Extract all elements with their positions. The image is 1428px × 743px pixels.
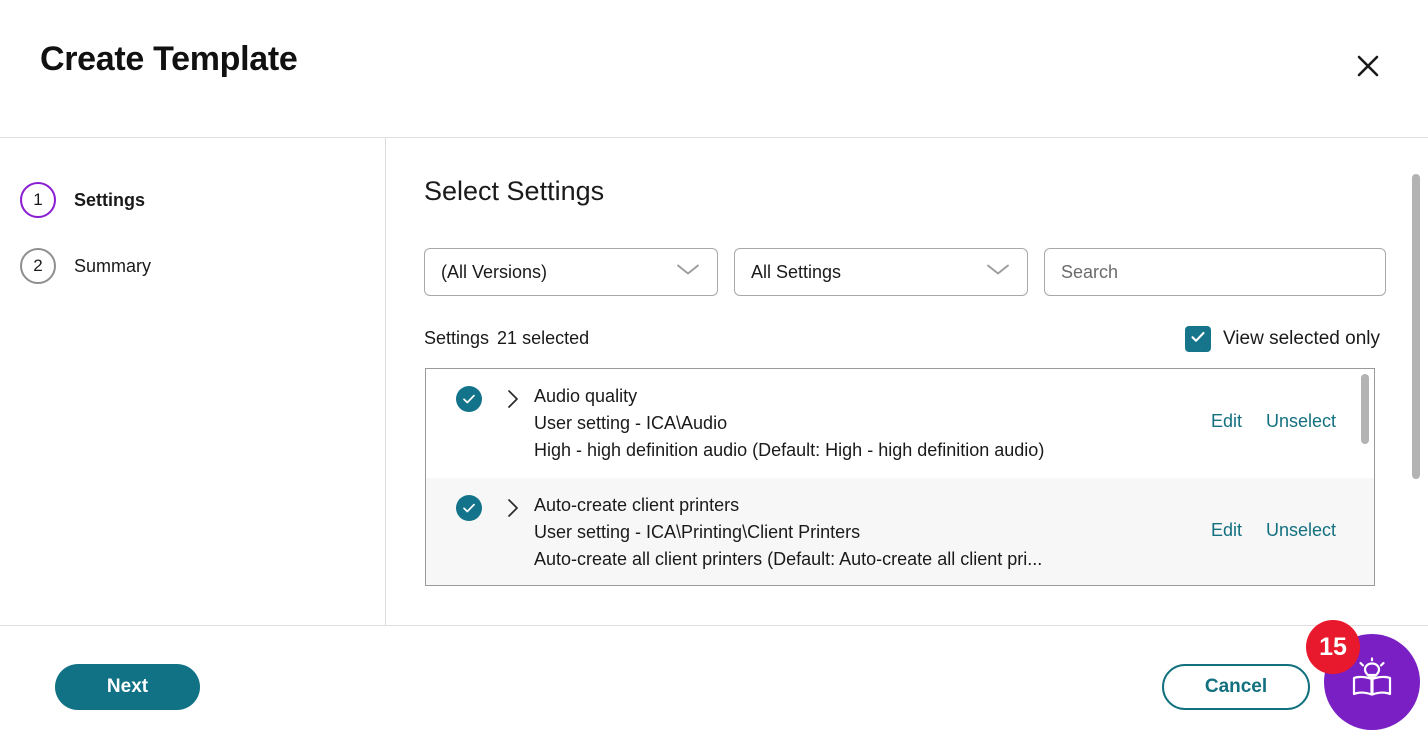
setting-value: High - high definition audio (Default: H… xyxy=(534,440,1045,460)
settings-type-filter-select[interactable]: All Settings xyxy=(734,248,1028,296)
chevron-down-icon xyxy=(675,262,701,283)
page-title: Create Template xyxy=(40,40,298,78)
row-selected-check-icon[interactable] xyxy=(456,386,482,412)
version-filter-value: (All Versions) xyxy=(441,261,548,282)
chevron-down-icon xyxy=(985,262,1011,283)
sidebar-step-settings[interactable]: 1 Settings xyxy=(20,182,145,218)
version-filter-select[interactable]: (All Versions) xyxy=(424,248,718,296)
settings-type-filter-value: All Settings xyxy=(751,261,842,282)
search-input[interactable] xyxy=(1044,248,1386,296)
close-button[interactable] xyxy=(1350,48,1386,84)
help-widget-button[interactable]: 15 xyxy=(1306,620,1420,730)
dialog-footer: Next Cancel 15 xyxy=(0,620,1428,743)
step-number-badge: 1 xyxy=(20,182,56,218)
view-selected-only-checkbox[interactable] xyxy=(1184,326,1211,352)
sidebar-step-label: Settings xyxy=(74,189,146,210)
settings-list-header: Settings 21 selected xyxy=(424,328,589,349)
row-actions: Edit Unselect xyxy=(1211,520,1336,541)
sidebar-step-label: Summary xyxy=(74,255,152,276)
view-selected-only-label: View selected only xyxy=(1222,328,1380,349)
sidebar-step-summary[interactable]: 2 Summary xyxy=(20,248,151,284)
panel-scrollbar-thumb[interactable] xyxy=(1412,174,1420,479)
row-selected-check-icon[interactable] xyxy=(456,495,482,521)
check-icon xyxy=(1189,328,1207,351)
selected-count: 21 selected xyxy=(497,328,590,348)
table-row[interactable]: Audio quality User setting - ICA\Audio H… xyxy=(426,369,1374,478)
row-text: Auto-create client printers User setting… xyxy=(534,492,1144,573)
settings-list: Audio quality User setting - ICA\Audio H… xyxy=(425,368,1375,586)
help-badge-count: 15 xyxy=(1306,620,1360,674)
settings-label: Settings xyxy=(424,328,490,348)
cancel-button[interactable]: Cancel xyxy=(1162,664,1310,710)
table-row[interactable]: Auto-create client printers User setting… xyxy=(426,478,1374,585)
row-actions: Edit Unselect xyxy=(1211,411,1336,432)
filter-row: (All Versions) All Settings xyxy=(424,248,1386,296)
setting-title: Audio quality xyxy=(534,386,638,406)
setting-value: Auto-create all client printers (Default… xyxy=(534,549,1043,569)
panel-title: Select Settings xyxy=(424,176,605,206)
close-icon xyxy=(1353,51,1383,81)
row-text: Audio quality User setting - ICA\Audio H… xyxy=(534,383,1144,464)
setting-path: User setting - ICA\Printing\Client Print… xyxy=(534,522,861,542)
unselect-link[interactable]: Unselect xyxy=(1266,411,1336,432)
step-number-badge: 2 xyxy=(20,248,56,284)
edit-link[interactable]: Edit xyxy=(1211,520,1242,541)
setting-path: User setting - ICA\Audio xyxy=(534,413,728,433)
next-button[interactable]: Next xyxy=(55,664,200,710)
wizard-sidebar: 1 Settings 2 Summary xyxy=(0,138,386,625)
settings-list-scrollbar-thumb[interactable] xyxy=(1361,374,1369,444)
edit-link[interactable]: Edit xyxy=(1211,411,1242,432)
dialog-header: Create Template xyxy=(0,0,1428,138)
chevron-right-icon[interactable] xyxy=(502,386,524,412)
chevron-right-icon[interactable] xyxy=(502,495,524,521)
view-selected-only-toggle[interactable]: View selected only xyxy=(1184,326,1380,352)
unselect-link[interactable]: Unselect xyxy=(1266,520,1336,541)
setting-title: Auto-create client printers xyxy=(534,495,740,515)
